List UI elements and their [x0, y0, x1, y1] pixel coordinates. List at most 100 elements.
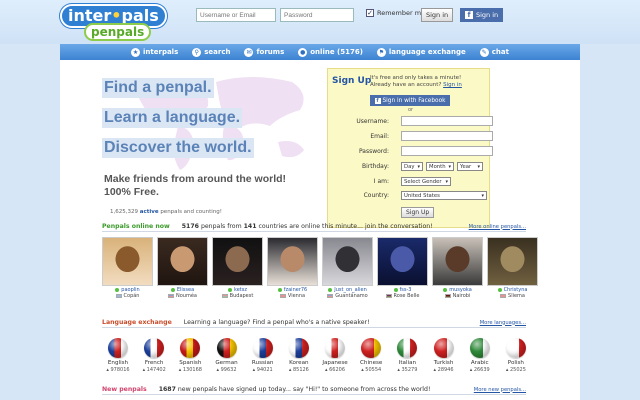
facebook-signin-button[interactable]: f Sign in: [460, 8, 504, 22]
language-name[interactable]: French: [138, 360, 170, 367]
chinese-flag-icon[interactable]: [361, 338, 382, 358]
chevron-down-icon: ▾: [477, 163, 480, 170]
birthday-day-select[interactable]: Day ▾: [401, 162, 423, 171]
penpal-photo[interactable]: [102, 237, 153, 286]
penpal-card[interactable]: fzainer76 Vienna: [267, 237, 318, 299]
italian-flag-icon[interactable]: [397, 338, 418, 358]
language-name[interactable]: Japanese: [319, 360, 351, 367]
language-item-chinese[interactable]: Chinese ▴ 50554: [355, 338, 387, 386]
language-item-arabic[interactable]: Arabic ▴ 26639: [464, 338, 496, 386]
language-name[interactable]: Arabic: [464, 360, 496, 367]
penpal-photo[interactable]: [157, 237, 208, 286]
signin-button[interactable]: Sign in: [421, 8, 454, 22]
english-flag-icon[interactable]: [108, 338, 128, 358]
language-name[interactable]: Turkish: [428, 360, 460, 367]
new-penpals-title: New penpals: [102, 386, 147, 393]
penpal-card[interactable]: Christyna Sliema: [487, 237, 538, 299]
penpal-city-row: Rose Belle: [377, 293, 428, 299]
birthday-year-value: Year: [460, 163, 472, 170]
more-languages-link[interactable]: More languages...: [480, 320, 526, 326]
username-input[interactable]: [196, 8, 276, 22]
language-item-russian[interactable]: Russian ▴ 94021: [247, 338, 279, 386]
german-flag-icon[interactable]: [216, 338, 237, 358]
nav-item-3[interactable]: ● online (5176): [298, 47, 363, 57]
nav-item-4[interactable]: ⚑ language exchange: [376, 47, 466, 57]
language-name[interactable]: Spanish: [174, 360, 206, 367]
nav-item-1[interactable]: ⚲ search: [192, 47, 230, 57]
country-select[interactable]: United States ▾: [401, 191, 487, 200]
penpal-photo[interactable]: [487, 237, 538, 286]
language-name[interactable]: Chinese: [355, 360, 387, 367]
online-status-icon: [277, 288, 282, 292]
penpal-card[interactable]: Just_on_alien Guantánamo: [322, 237, 373, 299]
hero-subtitle-line-2: 100% Free.: [104, 186, 159, 198]
nav-item-2[interactable]: ✉ forums: [244, 47, 284, 57]
language-item-english[interactable]: English ▴ 978016: [102, 338, 134, 386]
language-name[interactable]: German: [211, 360, 243, 367]
language-item-japanese[interactable]: Japanese ▴ 66206: [319, 338, 351, 386]
more-new-penpals-link[interactable]: More new penpals...: [474, 387, 526, 393]
korean-flag-icon[interactable]: [288, 338, 309, 358]
russian-flag-icon[interactable]: [252, 338, 273, 358]
more-online-link[interactable]: More online penpals...: [469, 224, 526, 230]
online-text-2: countries are online this minute... join…: [258, 223, 433, 230]
signup-signin-link[interactable]: Sign in: [443, 82, 462, 88]
penpal-city: Vienna: [287, 293, 306, 299]
language-name[interactable]: English: [102, 360, 134, 367]
language-name[interactable]: Italian: [391, 360, 423, 367]
penpal-photo[interactable]: [377, 237, 428, 286]
signup-password-input[interactable]: [401, 146, 493, 156]
penpal-card[interactable]: paoplin Copán: [102, 237, 153, 299]
remember-me[interactable]: ✓ Remember me: [366, 9, 425, 17]
birthday-month-value: Month: [429, 163, 446, 170]
arabic-flag-icon[interactable]: [469, 338, 490, 358]
language-name[interactable]: Polish: [500, 360, 532, 367]
language-item-italian[interactable]: Italian ▴ 35279: [391, 338, 423, 386]
penpal-city: Rose Belle: [393, 293, 420, 299]
signup-email-input[interactable]: [401, 131, 493, 141]
nav-item-5[interactable]: ✎ chat: [479, 47, 509, 57]
online-status-icon: [497, 288, 502, 292]
turkish-flag-icon[interactable]: [433, 338, 454, 358]
language-name[interactable]: Russian: [247, 360, 279, 367]
penpal-photo[interactable]: [432, 237, 483, 286]
penpal-card[interactable]: ketsz Budapest: [212, 237, 263, 299]
nav-item-0[interactable]: ★ interpals: [131, 47, 178, 57]
birthday-month-select[interactable]: Month ▾: [426, 162, 454, 171]
gender-select[interactable]: Select Gender ▾: [401, 177, 451, 186]
language-item-french[interactable]: French ▴ 147402: [138, 338, 170, 386]
birthday-year-select[interactable]: Year ▾: [457, 162, 483, 171]
signup-username-input[interactable]: [401, 116, 493, 126]
remember-checkbox[interactable]: ✓: [366, 9, 374, 17]
language-item-turkish[interactable]: Turkish ▴ 28946: [428, 338, 460, 386]
signup-facebook-button[interactable]: f Sign in with Facebook: [370, 95, 450, 106]
spanish-flag-icon[interactable]: [180, 338, 201, 358]
language-item-polish[interactable]: Polish ▴ 25025: [500, 338, 532, 386]
penpal-photo[interactable]: [322, 237, 373, 286]
japanese-flag-icon[interactable]: [325, 338, 346, 358]
country-value: United States: [404, 192, 440, 199]
penpal-city-row: Copán: [102, 293, 153, 299]
language-count: ▴ 26639: [469, 367, 490, 373]
language-item-german[interactable]: German ▴ 99632: [211, 338, 243, 386]
penpal-card[interactable]: musyoka Nairobi: [432, 237, 483, 299]
penpal-card[interactable]: Elissea Nouméa: [157, 237, 208, 299]
interpals-logo[interactable]: inter•pals penpals: [60, 4, 167, 41]
nav-label: language exchange: [388, 48, 466, 56]
flag-icon: [115, 294, 122, 298]
language-text: Learning a language? Find a penpal who's…: [183, 319, 370, 326]
language-count: ▴ 978016: [106, 367, 130, 373]
polish-flag-icon[interactable]: [505, 338, 526, 358]
language-item-spanish[interactable]: Spanish ▴ 130168: [174, 338, 206, 386]
language-item-korean[interactable]: Korean ▴ 85126: [283, 338, 315, 386]
penpal-photo[interactable]: [212, 237, 263, 286]
signup-submit-button[interactable]: Sign Up: [401, 207, 435, 218]
french-flag-icon[interactable]: [144, 338, 165, 358]
language-name[interactable]: Korean: [283, 360, 315, 367]
penpal-card[interactable]: fss-3 Rose Belle: [377, 237, 428, 299]
language-count: ▴ 50554: [361, 367, 382, 373]
password-input[interactable]: [280, 8, 354, 22]
chat-icon: ✎: [479, 47, 489, 57]
penpal-photo[interactable]: [267, 237, 318, 286]
online-countries: 141: [243, 223, 257, 230]
